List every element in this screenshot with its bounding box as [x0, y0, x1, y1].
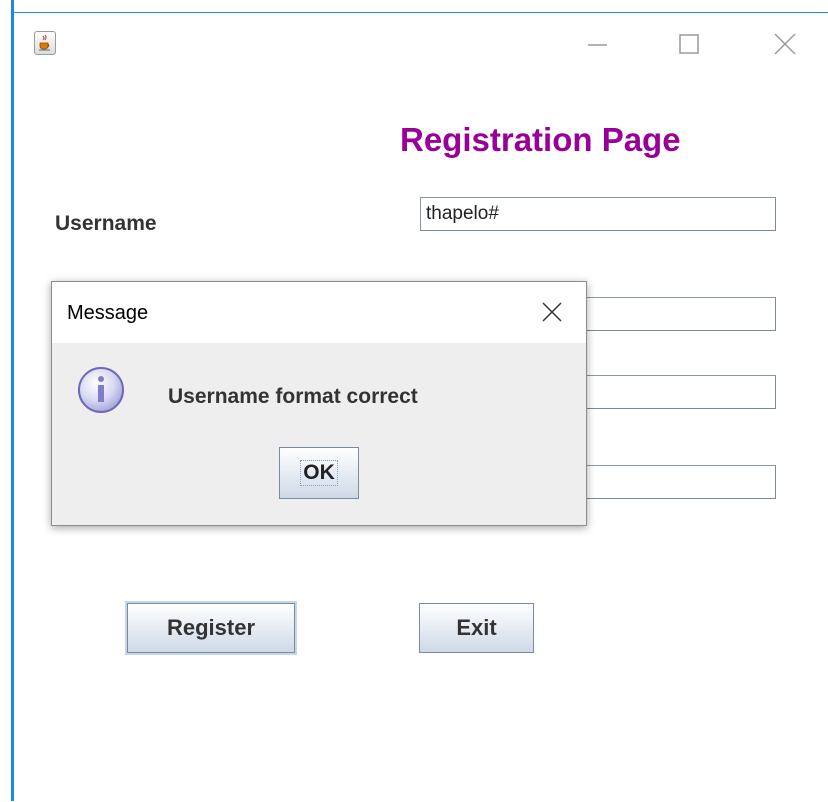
information-icon: [75, 364, 127, 416]
minimize-icon[interactable]: [574, 29, 620, 59]
dialog-message: Username format correct: [168, 385, 418, 408]
message-dialog: Message Username format correct OK: [51, 281, 587, 526]
register-button[interactable]: Register: [127, 603, 295, 653]
dialog-title: Message: [67, 302, 149, 324]
maximize-icon[interactable]: [664, 29, 710, 59]
ok-button[interactable]: OK: [279, 447, 359, 499]
exit-button[interactable]: Exit: [419, 603, 534, 653]
close-icon[interactable]: [759, 29, 805, 59]
ok-button-label: OK: [300, 460, 338, 486]
dialog-titlebar: Message: [52, 282, 586, 343]
page-title: Registration Page: [400, 121, 681, 158]
dialog-close-icon[interactable]: [532, 296, 572, 330]
window-titlebar: [14, 13, 828, 69]
java-coffee-cup-icon: [34, 31, 56, 55]
username-field[interactable]: thapelo#: [420, 197, 776, 231]
username-label: Username: [55, 212, 157, 235]
